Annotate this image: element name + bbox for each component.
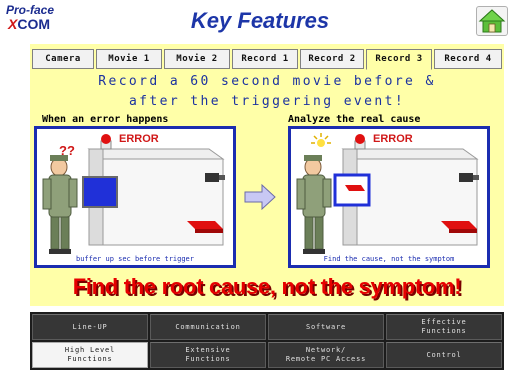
right-caption: Analyze the real cause xyxy=(288,114,421,125)
logo-com: COM xyxy=(17,16,51,32)
root-cause-banner: Find the root cause, not the symptom! xyxy=(72,274,462,299)
header: Pro-face XCOM Key Features xyxy=(0,0,521,44)
tab-record-2[interactable]: Record 2 xyxy=(300,49,364,69)
right-subtitle: Find the cause, not the symptom xyxy=(323,255,455,263)
proface-xcom-logo: Pro-face XCOM xyxy=(6,4,66,36)
nav-network-remote-pc-access[interactable]: Network/ Remote PC Access xyxy=(268,342,384,368)
headline-line1: Record a 60 second movie before & xyxy=(98,74,436,89)
right-error-label: ERROR xyxy=(373,133,413,145)
analysis-scene-illustration: ERROR Find the cause, not the symptom xyxy=(288,126,490,268)
logo-line1: Pro-face xyxy=(6,3,55,17)
nav-software[interactable]: Software xyxy=(268,314,384,340)
headline-line2: after the triggering event! xyxy=(128,94,406,109)
nav-effective-functions[interactable]: Effective Functions xyxy=(386,314,502,340)
nav-communication[interactable]: Communication xyxy=(150,314,266,340)
tab-record-4[interactable]: Record 4 xyxy=(434,49,502,69)
tab-movie-2[interactable]: Movie 2 xyxy=(164,49,230,69)
tab-record-1[interactable]: Record 1 xyxy=(232,49,298,69)
home-icon xyxy=(478,9,506,33)
analysis-scene-drawing xyxy=(296,133,479,254)
tab-bar: Camera Movie 1 Movie 2 Record 1 Record 2… xyxy=(30,49,504,70)
tab-camera[interactable]: Camera xyxy=(32,49,94,69)
nav-high-level-functions[interactable]: High Level Functions xyxy=(32,342,148,368)
logo-x: X xyxy=(8,16,18,32)
error-scene-illustration: ?? ERROR buffer up sec before trigger xyxy=(34,126,236,268)
content-panel: Camera Movie 1 Movie 2 Record 1 Record 2… xyxy=(30,44,504,306)
nav-control[interactable]: Control xyxy=(386,342,502,368)
left-error-label: ERROR xyxy=(119,133,159,145)
logo-line2: XCOM xyxy=(8,16,66,32)
question-marks: ?? xyxy=(59,143,75,158)
home-button[interactable] xyxy=(476,6,508,36)
nav-line-up[interactable]: Line-UP xyxy=(32,314,148,340)
bottom-navigation: Line-UP Communication Software Effective… xyxy=(30,312,504,370)
left-subtitle: buffer up sec before trigger xyxy=(75,255,194,263)
tab-record-3[interactable]: Record 3 xyxy=(366,49,432,70)
page-title: Key Features xyxy=(190,8,330,33)
tab-movie-1[interactable]: Movie 1 xyxy=(96,49,162,69)
right-arrow-icon xyxy=(244,184,276,210)
left-caption: When an error happens xyxy=(42,114,169,125)
nav-extensive-functions[interactable]: Extensive Functions xyxy=(150,342,266,368)
